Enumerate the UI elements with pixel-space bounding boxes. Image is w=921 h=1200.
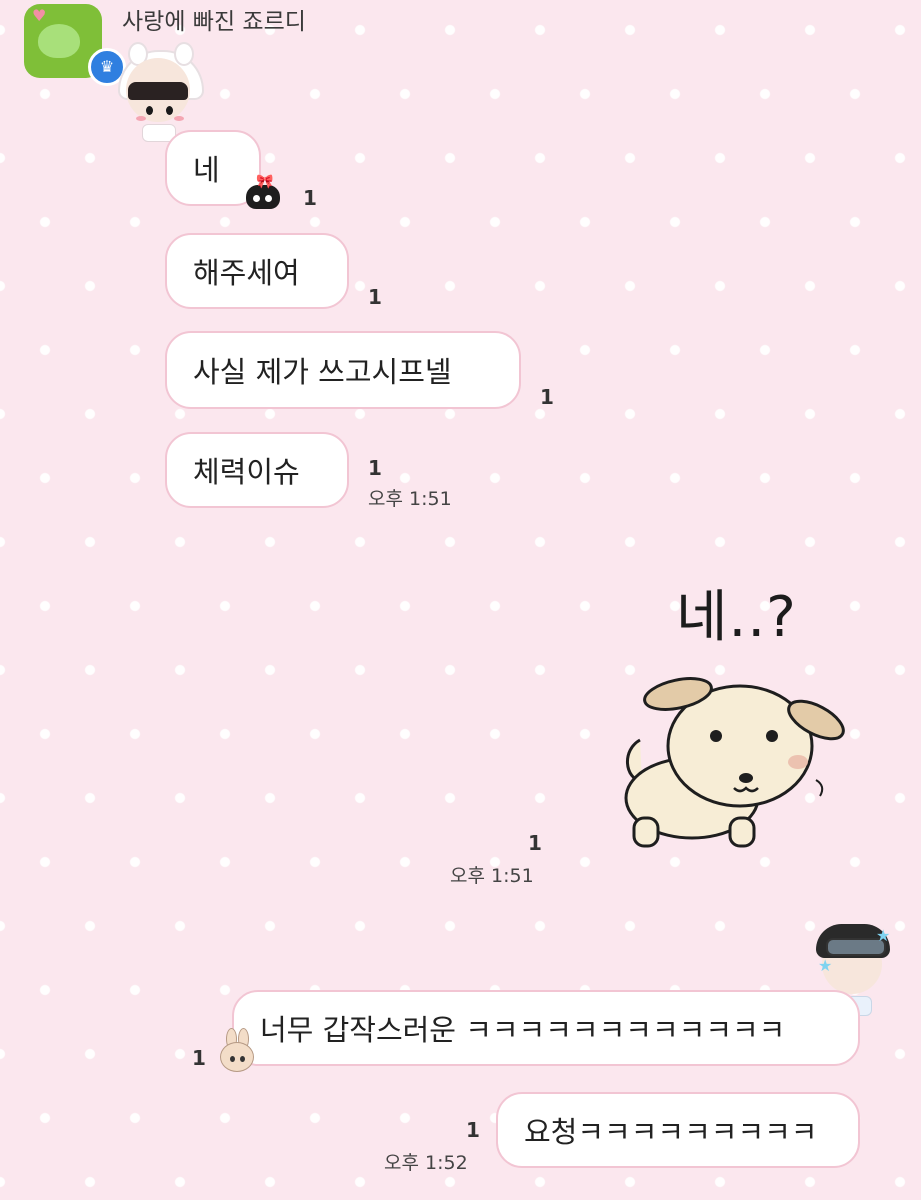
message-text: 요청ㅋㅋㅋㅋㅋㅋㅋㅋㅋ: [524, 1115, 818, 1149]
message-time: 오후 1:52: [384, 1152, 468, 1174]
unread-count: 1: [368, 285, 382, 309]
message-time: 오후 1:51: [450, 865, 534, 887]
puppy-icon: [624, 677, 845, 848]
jordy-character-icon: [38, 24, 80, 58]
message-text: 네: [193, 153, 220, 187]
message-text: 너무 갑작스러운 ㅋㅋㅋㅋㅋㅋㅋㅋㅋㅋㅋㅋ: [260, 1013, 786, 1047]
unread-count: 1: [192, 1046, 206, 1070]
black-cat-emoticon: 🎀: [244, 175, 282, 209]
message-bubble[interactable]: 요청ㅋㅋㅋㅋㅋㅋㅋㅋㅋ: [496, 1092, 860, 1168]
unread-count: 1: [303, 186, 317, 210]
message-bubble[interactable]: 사실 제가 쓰고시프넬: [165, 331, 521, 409]
sender-avatar[interactable]: ♥ ♛: [24, 4, 126, 86]
message-text: 사실 제가 쓰고시프넬: [193, 355, 452, 389]
message-text: 체력이슈: [193, 455, 300, 489]
bunny-emoticon: [218, 1028, 254, 1072]
profile-character-sticker: [112, 42, 208, 142]
heart-icon: ♥: [32, 6, 47, 25]
message-bubble[interactable]: 해주세여: [165, 233, 349, 309]
sender-name[interactable]: 사랑에 빠진 죠르디: [122, 2, 306, 36]
puppy-sticker[interactable]: [612, 670, 852, 860]
message-time: 오후 1:51: [368, 488, 452, 510]
message-bubble[interactable]: 너무 갑작스러운 ㅋㅋㅋㅋㅋㅋㅋㅋㅋㅋㅋㅋ: [232, 990, 860, 1066]
sticker-caption: 네..?: [676, 585, 797, 650]
unread-count: 1: [540, 385, 554, 409]
unread-count: 1: [528, 831, 542, 855]
message-text: 해주세여: [193, 256, 300, 290]
unread-count: 1: [368, 456, 382, 480]
message-bubble[interactable]: 체력이슈: [165, 432, 349, 508]
unread-count: 1: [466, 1118, 480, 1142]
